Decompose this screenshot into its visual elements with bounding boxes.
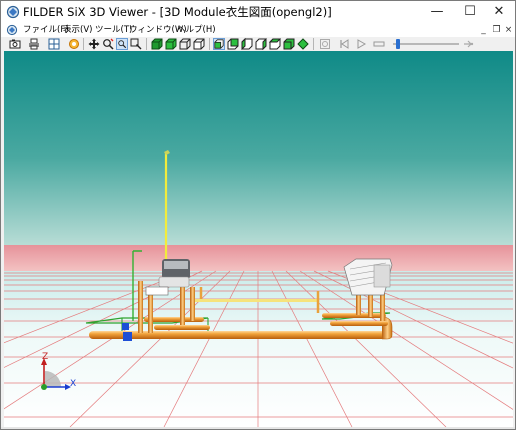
valve-fitting (122, 323, 129, 330)
axis-z-label: Z (42, 352, 48, 362)
zoom-icon[interactable] (130, 38, 142, 50)
title-bar: FILDER SiX 3D Viewer - [3D Module衣生図面(op… (1, 1, 515, 23)
floor-plane (4, 271, 513, 427)
stop-icon[interactable] (373, 38, 385, 50)
scene-canvas[interactable]: Z X (4, 51, 513, 427)
toolbar-separator (146, 38, 147, 50)
zoom-region-icon[interactable] (102, 38, 114, 50)
view-top-icon[interactable] (269, 38, 281, 50)
menu-help[interactable]: ヘルプ(H) (177, 23, 216, 37)
status-bar (1, 427, 515, 429)
sky-background (4, 51, 513, 246)
view-back-icon[interactable] (227, 38, 239, 50)
print-icon[interactable] (28, 38, 40, 50)
close-button[interactable]: ✕ (483, 1, 515, 23)
menu-tools[interactable]: ツール(T) (95, 23, 132, 37)
solid-cube-icon[interactable] (151, 38, 163, 50)
toolbar-separator (313, 38, 314, 50)
toolbar-separator (209, 38, 210, 50)
shaded-cube-icon[interactable] (165, 38, 177, 50)
first-frame-icon[interactable] (338, 38, 350, 50)
end-icon[interactable] (462, 38, 474, 50)
menu-view[interactable]: 表示(V) (63, 23, 92, 37)
layers-icon[interactable] (68, 38, 80, 50)
window-title: FILDER SiX 3D Viewer - [3D Module衣生図面(op… (23, 5, 332, 19)
axis-x-label: X (70, 379, 76, 389)
horizontal-supply-pipe (190, 299, 318, 302)
view-left-icon[interactable] (241, 38, 253, 50)
camera-icon[interactable] (9, 38, 21, 50)
animation-slider[interactable] (391, 38, 461, 50)
hidden-cube-icon[interactable] (193, 38, 205, 50)
view-right-icon[interactable] (255, 38, 267, 50)
wire-cube-icon[interactable] (179, 38, 191, 50)
diamond-view-icon[interactable] (297, 38, 309, 50)
fixture-right (343, 258, 393, 296)
3d-viewport[interactable]: Z X (4, 51, 513, 427)
mdi-close-button[interactable]: × (503, 23, 514, 37)
app-icon (6, 5, 20, 19)
main-drain-pipe (89, 331, 389, 339)
document-icon (6, 24, 18, 36)
menu-file[interactable]: ファイル(F) (23, 23, 69, 37)
mdi-minimize-button[interactable]: _ (478, 23, 489, 37)
maximize-button[interactable]: ☐ (454, 1, 486, 23)
menu-bar: ファイル(F) 表示(V) ツール(T) ウィンドウ(W) ヘルプ(H) _ ❐… (1, 23, 515, 37)
move-icon[interactable] (88, 38, 100, 50)
viewer-window: FILDER SiX 3D Viewer - [3D Module衣生図面(op… (0, 0, 516, 430)
toolbar-separator (83, 38, 84, 50)
horizon-band (4, 245, 513, 271)
view-front-icon[interactable] (213, 38, 225, 50)
play-icon[interactable] (355, 38, 367, 50)
grid-icon[interactable] (48, 38, 60, 50)
toolbar (1, 37, 515, 51)
settings-icon[interactable] (319, 38, 331, 50)
view-iso-icon[interactable] (283, 38, 295, 50)
fit-view-icon[interactable] (116, 38, 128, 50)
mdi-restore-button[interactable]: ❐ (491, 23, 502, 37)
minimize-button[interactable]: — (421, 1, 453, 23)
